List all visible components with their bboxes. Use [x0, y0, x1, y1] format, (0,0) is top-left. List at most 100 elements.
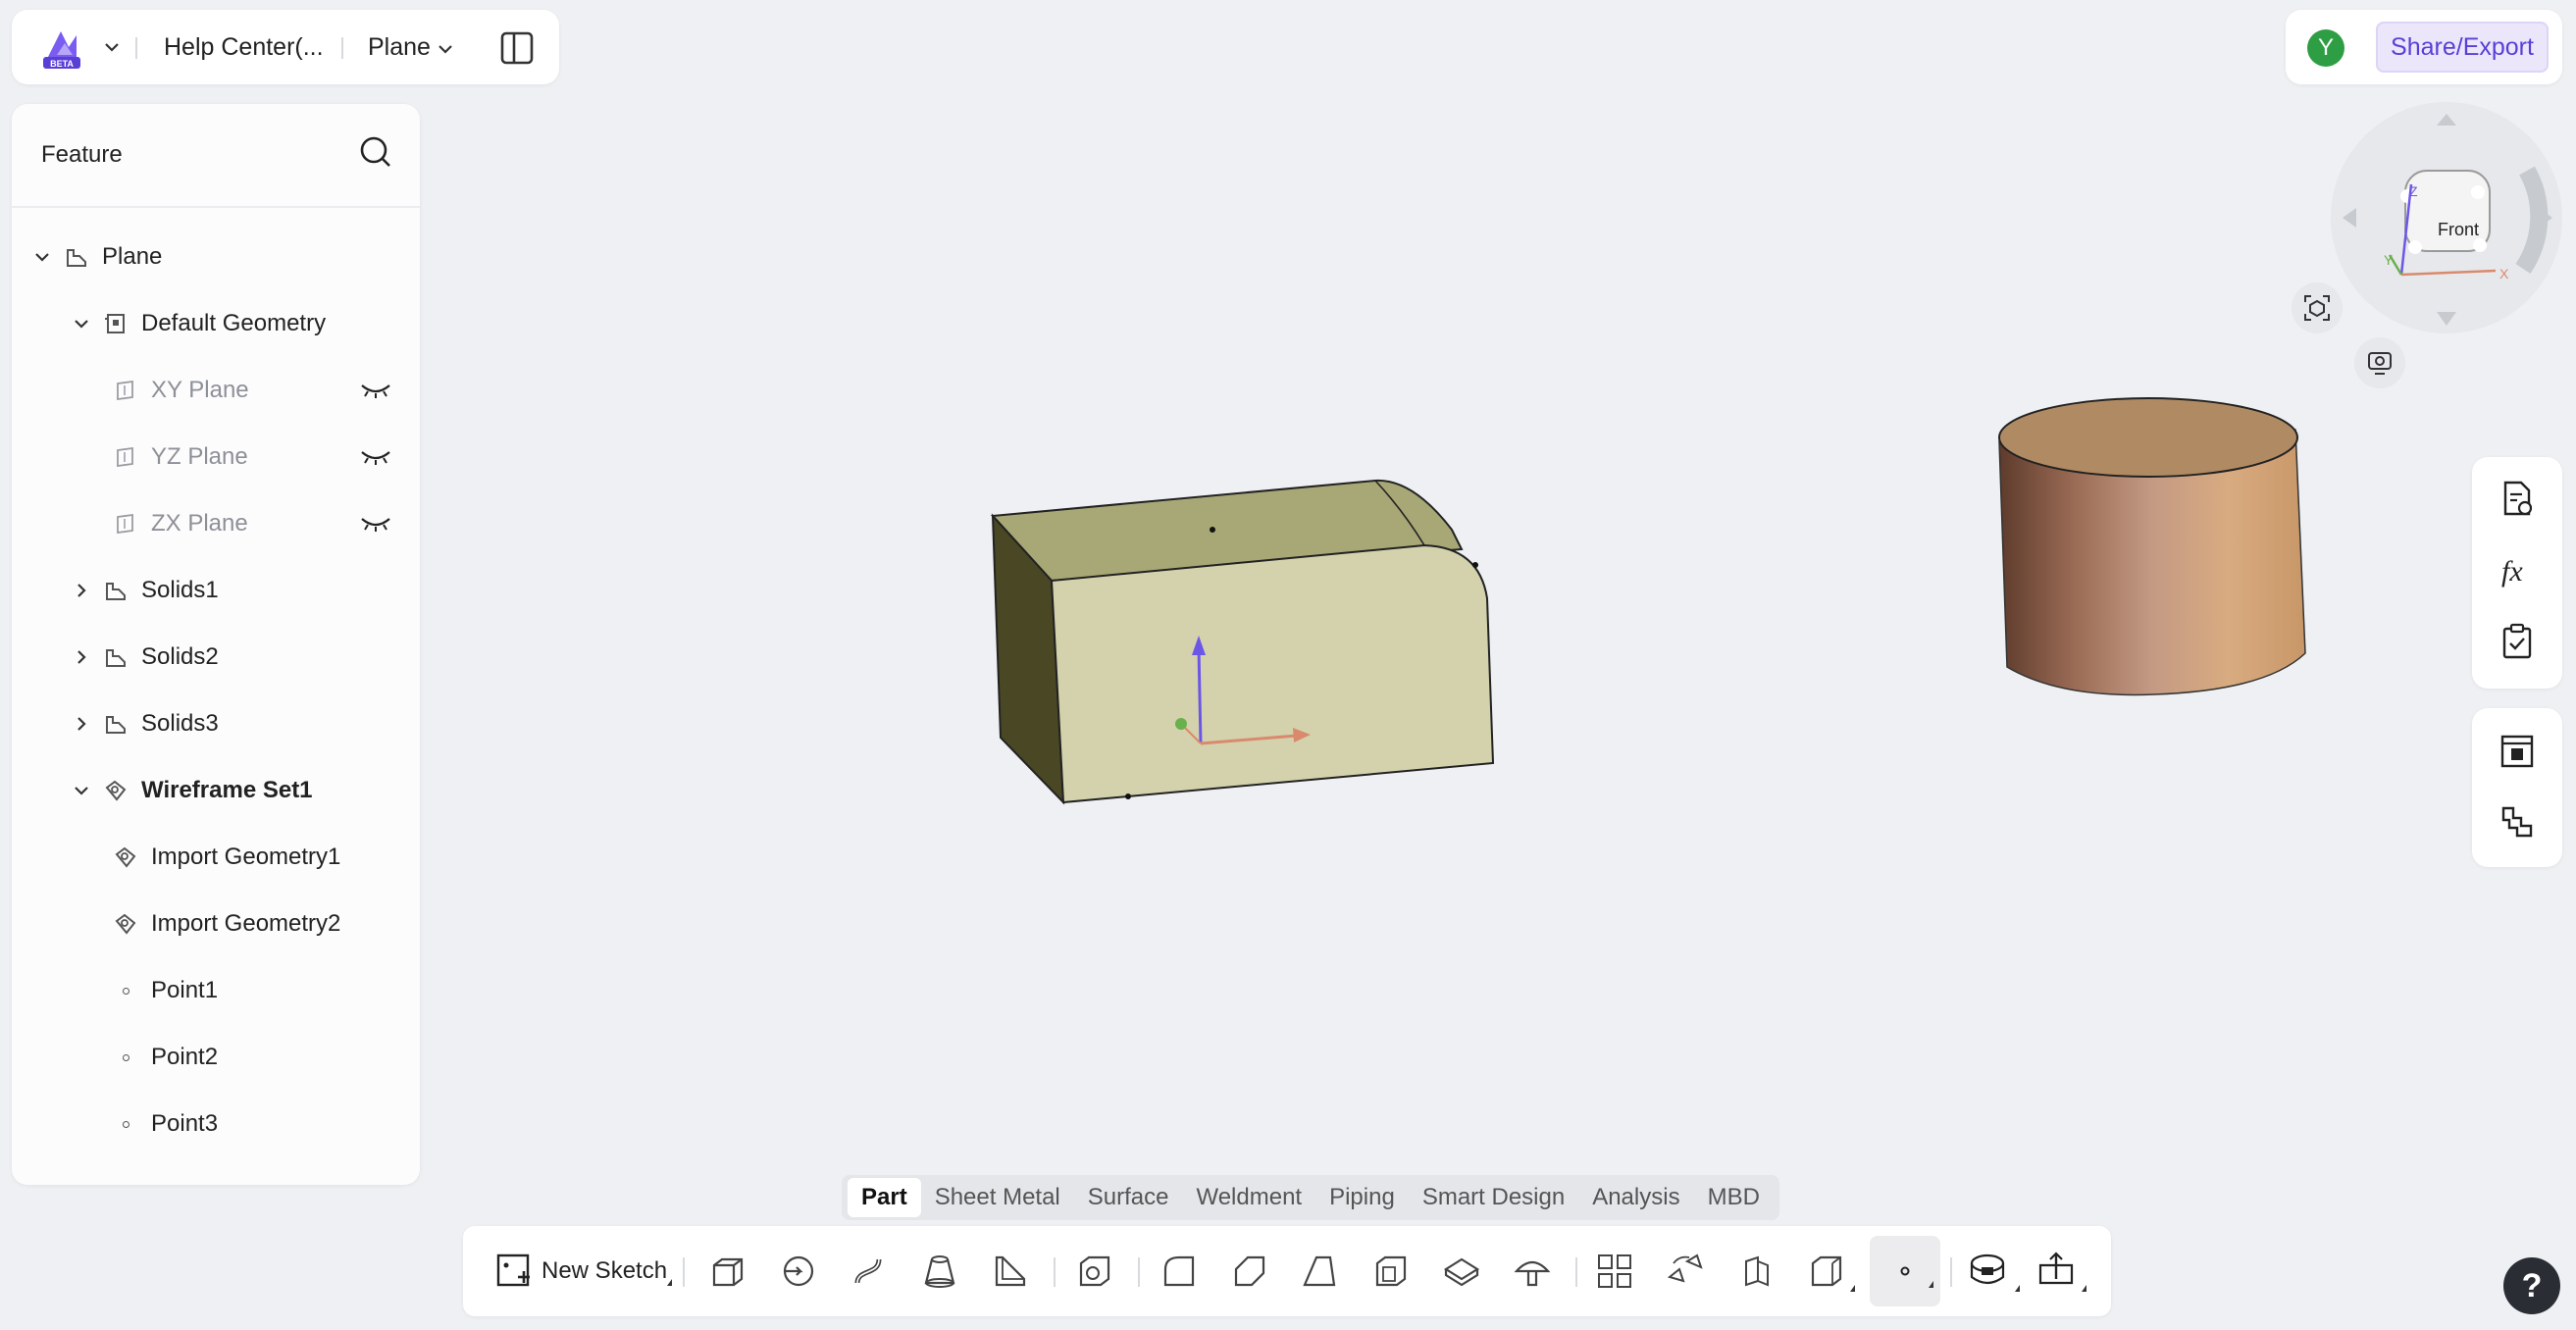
new-sketch-label[interactable]: New Sketch [541, 1257, 667, 1285]
axis-y-label: Y [2384, 252, 2394, 268]
chevron-down-icon[interactable] [104, 41, 120, 53]
tree-item-label: Default Geometry [141, 310, 327, 336]
tree-item-label: Point3 [151, 1110, 219, 1137]
point-icon [1900, 1266, 1910, 1276]
checklist-icon[interactable] [2498, 622, 2537, 661]
tree-item-label: Point2 [151, 1044, 219, 1070]
assembly-icon[interactable] [2498, 802, 2537, 842]
move-body-button[interactable] [1734, 1250, 1777, 1293]
move-body-icon [1745, 1255, 1769, 1287]
extrude-icon [712, 1257, 744, 1287]
thicken-button[interactable] [1440, 1250, 1483, 1293]
tree-item-point1[interactable]: Point1 [112, 971, 218, 1010]
chevron-down-icon[interactable] [71, 318, 92, 330]
tree-item-wireframe-set1[interactable]: Wireframe Set1 [71, 771, 313, 810]
tree-item-solids3[interactable]: Solids3 [71, 704, 219, 743]
measure-button[interactable] [1968, 1250, 2011, 1293]
import-geometry-icon [112, 844, 139, 871]
view-cube[interactable]: Front Z X Y [2331, 102, 2562, 333]
box-front-face[interactable] [1050, 543, 1495, 804]
section-view-button[interactable] [2035, 1250, 2078, 1293]
side-toolbar-top: fx [2472, 457, 2562, 689]
solid-body-button[interactable] [1805, 1250, 1848, 1293]
tab-weldment[interactable]: Weldment [1182, 1178, 1315, 1217]
tree-item-label: Import Geometry2 [151, 910, 341, 937]
part-icon [63, 243, 90, 271]
share-export-button[interactable]: Share/Export [2376, 22, 2549, 73]
breadcrumb-document[interactable]: Help Center(... [164, 33, 324, 62]
plane-icon [112, 510, 139, 537]
tree-item-yz-plane[interactable]: YZ Plane [112, 437, 406, 477]
point-tool-button[interactable] [1870, 1236, 1940, 1306]
tree-item-xy-plane[interactable]: XY Plane [112, 371, 406, 410]
tab-sheet-metal[interactable]: Sheet Metal [921, 1178, 1074, 1217]
chevron-right-icon[interactable] [71, 716, 92, 732]
eye-closed-icon[interactable] [359, 380, 392, 401]
chevron-down-icon[interactable] [31, 251, 53, 263]
draft-button[interactable] [1299, 1250, 1342, 1293]
feature-toolbar: New Sketch [463, 1226, 2111, 1316]
shell-button[interactable] [1369, 1250, 1413, 1293]
camera-view-button[interactable] [2354, 337, 2405, 388]
tab-surface[interactable]: Surface [1074, 1178, 1183, 1217]
pattern-icon [1598, 1254, 1631, 1288]
eye-closed-icon[interactable] [359, 446, 392, 468]
tree-item-default-geometry[interactable]: Default Geometry [71, 304, 326, 343]
chevron-right-icon[interactable] [71, 583, 92, 598]
point2-marker[interactable] [1472, 562, 1478, 568]
extrude-button[interactable] [706, 1250, 749, 1293]
loft-button[interactable] [918, 1250, 961, 1293]
panel-layout-icon[interactable] [498, 29, 536, 67]
hole-button[interactable] [1073, 1250, 1116, 1293]
tab-smart-design[interactable]: Smart Design [1409, 1178, 1578, 1217]
view-cube-front-label[interactable]: Front [2438, 220, 2479, 239]
chevron-down-icon[interactable] [71, 785, 92, 796]
chamfer-button[interactable] [1228, 1250, 1271, 1293]
app-logo-icon[interactable]: BETA [39, 26, 84, 71]
3d-viewport[interactable] [422, 88, 2541, 1177]
formula-icon[interactable]: fx [2498, 551, 2537, 590]
tree-item-point3[interactable]: Point3 [112, 1104, 218, 1144]
loft-icon [924, 1255, 955, 1288]
chevron-right-icon[interactable] [71, 649, 92, 665]
thicken-icon [1443, 1257, 1480, 1287]
cylinder-top-face[interactable] [1998, 397, 2298, 478]
help-button[interactable]: ? [2503, 1257, 2560, 1314]
tab-analysis[interactable]: Analysis [1578, 1178, 1693, 1217]
sweep-button[interactable] [848, 1250, 891, 1293]
point-icon [112, 977, 139, 1004]
tree-item-plane[interactable]: Plane [31, 237, 162, 277]
tree-item-solids1[interactable]: Solids1 [71, 571, 219, 610]
new-sketch-icon [496, 1253, 530, 1287]
fit-view-button[interactable] [2292, 282, 2343, 333]
search-icon[interactable] [357, 133, 394, 171]
point1-marker[interactable] [1210, 527, 1215, 533]
point3-marker[interactable] [1125, 793, 1131, 799]
chevron-down-icon[interactable] [438, 43, 453, 55]
tree-item-point2[interactable]: Point2 [112, 1038, 218, 1077]
workbench-tabs: Part Sheet Metal Surface Weldment Piping… [842, 1175, 1779, 1220]
tree-item-import-geometry1[interactable]: Import Geometry1 [112, 838, 340, 877]
tree-item-zx-plane[interactable]: ZX Plane [112, 504, 406, 543]
tab-mbd[interactable]: MBD [1694, 1178, 1774, 1217]
tree-item-import-geometry2[interactable]: Import Geometry2 [112, 904, 340, 944]
rib-button[interactable] [989, 1250, 1032, 1293]
tree-item-label: YZ Plane [151, 443, 248, 470]
pattern-button[interactable] [1593, 1250, 1636, 1293]
drawing-template-icon[interactable] [2498, 732, 2537, 771]
fillet-icon [1163, 1255, 1195, 1287]
mushroom-feature-button[interactable] [1511, 1250, 1554, 1293]
revolve-button[interactable] [777, 1250, 820, 1293]
beta-badge: BETA [50, 59, 74, 69]
new-sketch-button[interactable] [492, 1250, 536, 1293]
mirror-button[interactable] [1664, 1250, 1707, 1293]
fillet-button[interactable] [1158, 1250, 1201, 1293]
tab-piping[interactable]: Piping [1315, 1178, 1409, 1217]
solid-icon [102, 577, 129, 604]
tab-part[interactable]: Part [848, 1178, 921, 1217]
document-settings-icon[interactable] [2498, 479, 2537, 518]
breadcrumb-part[interactable]: Plane [368, 33, 431, 62]
avatar[interactable]: Y [2307, 29, 2344, 67]
tree-item-solids2[interactable]: Solids2 [71, 638, 219, 677]
eye-closed-icon[interactable] [359, 513, 392, 535]
